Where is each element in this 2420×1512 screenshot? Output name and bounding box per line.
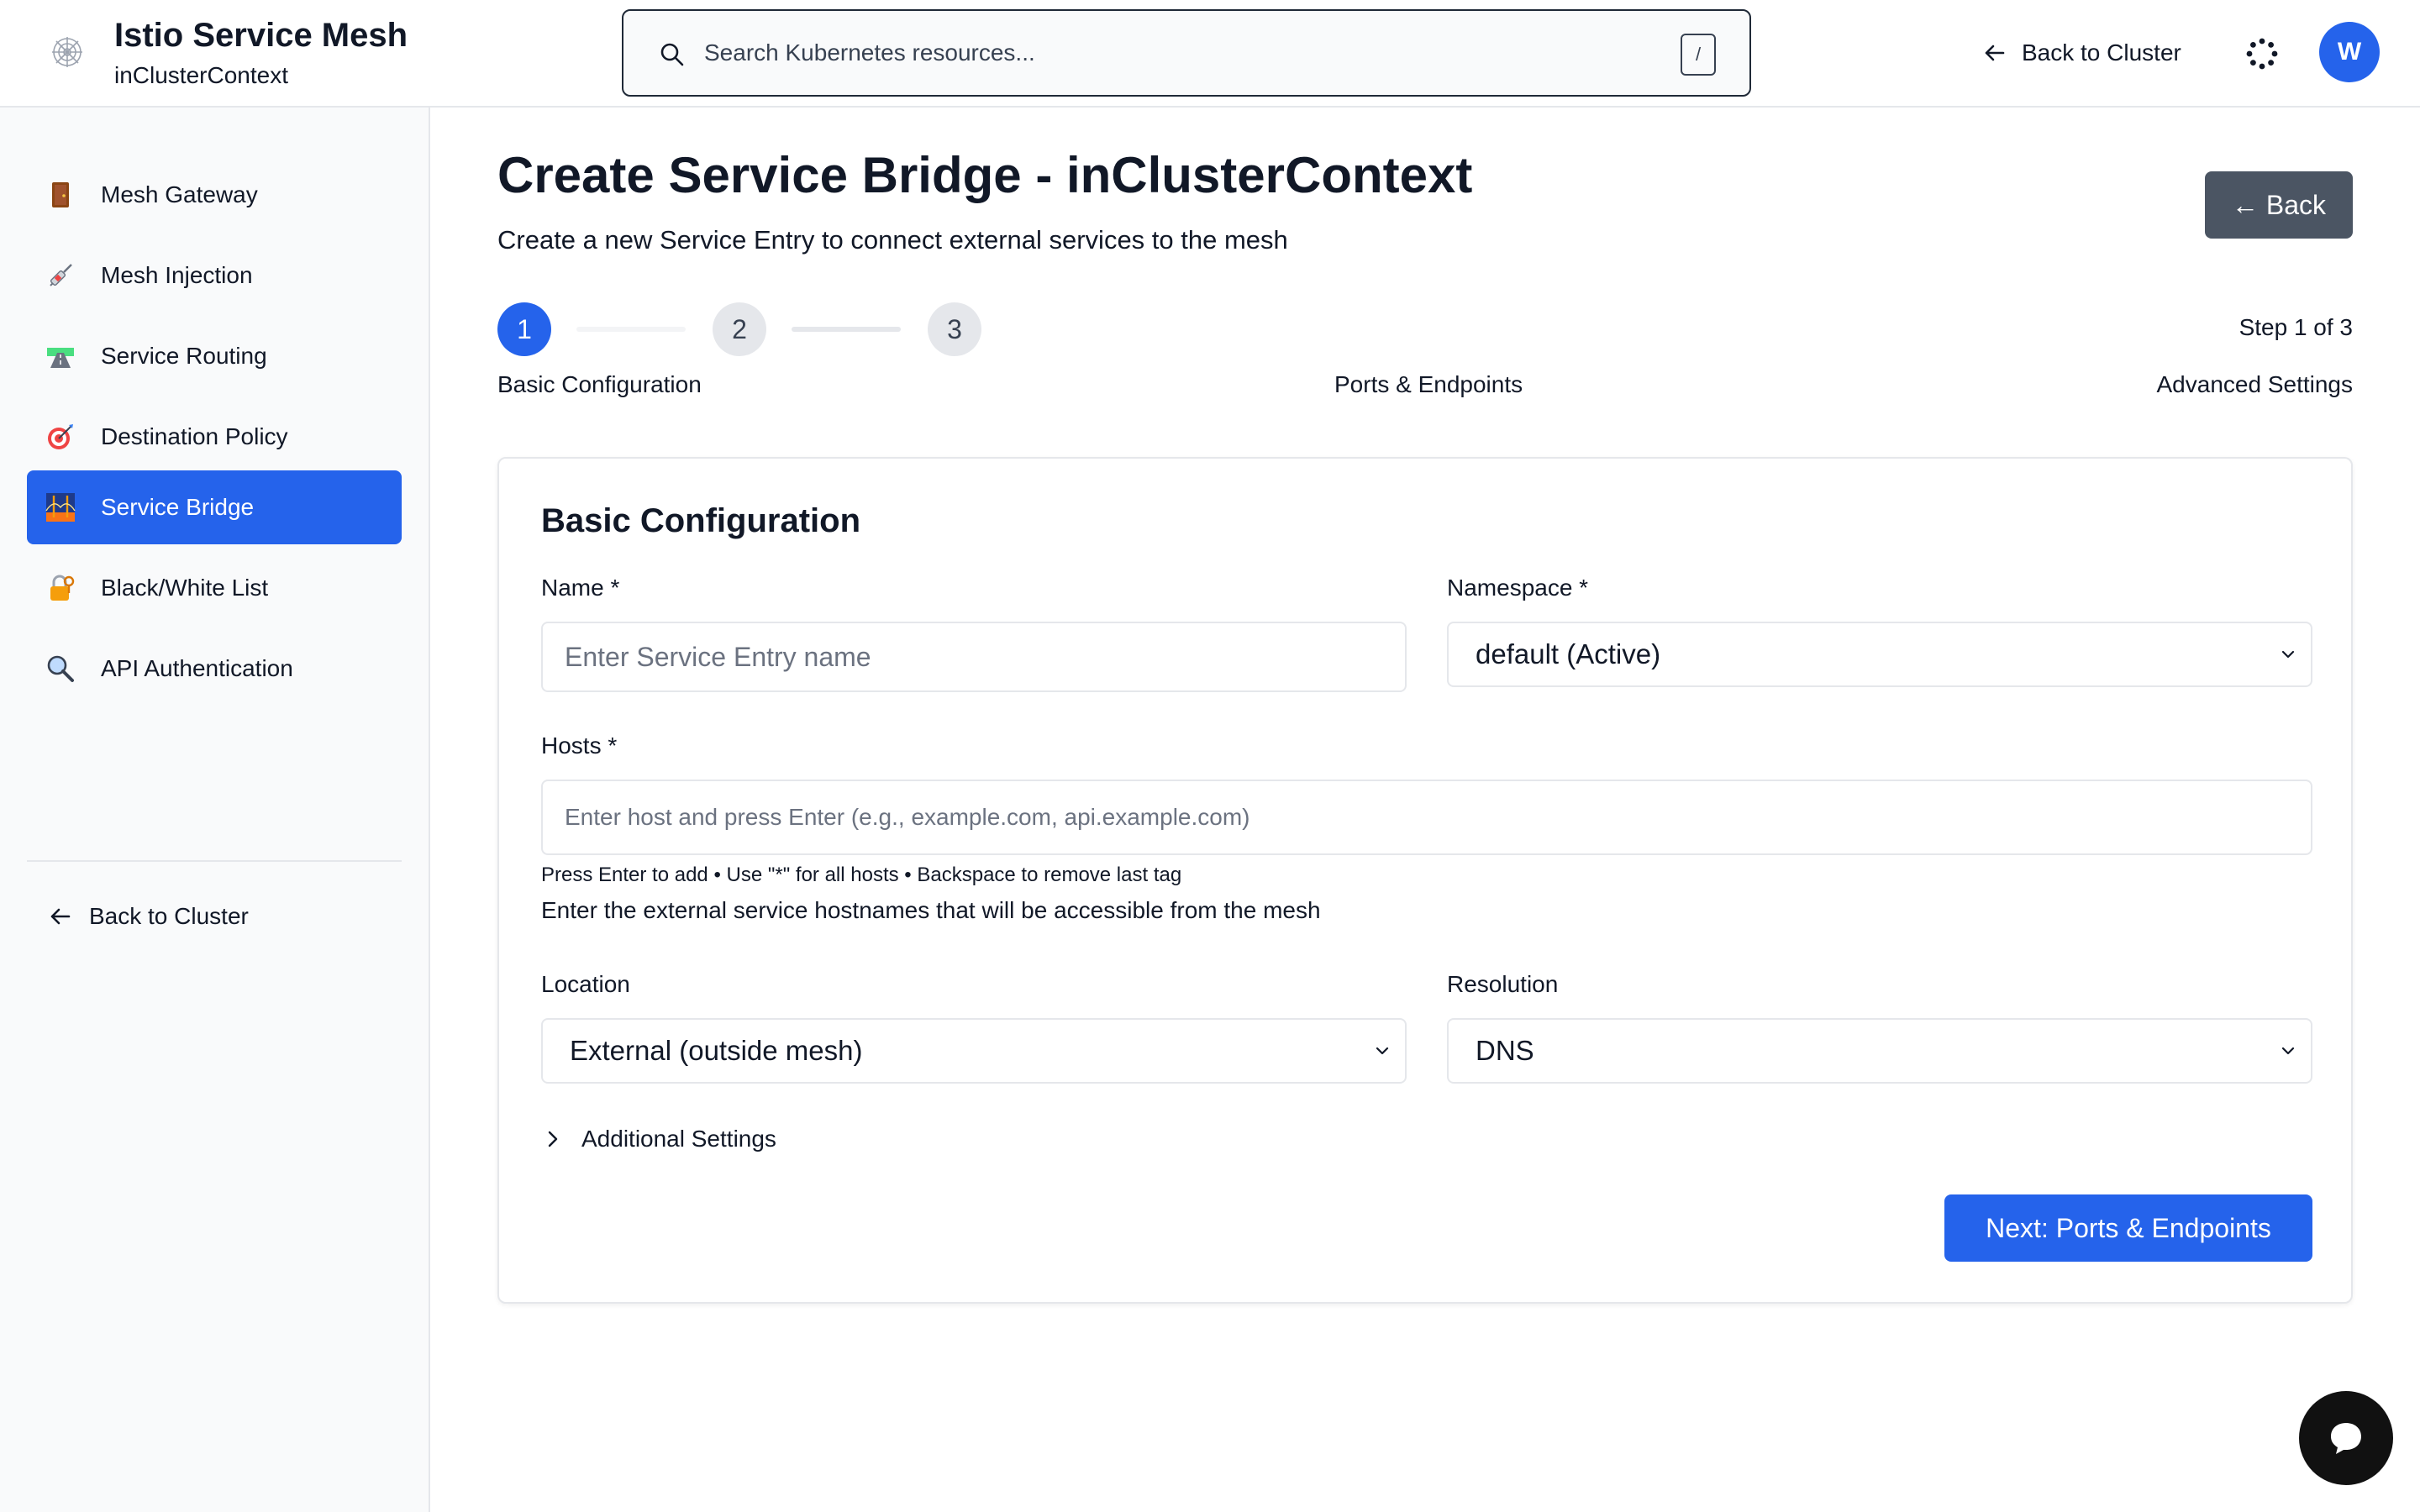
cluster-context: inClusterContext bbox=[114, 62, 288, 88]
namespace-label: Namespace * bbox=[1447, 575, 1589, 601]
step-3-indicator: 3 bbox=[928, 302, 981, 356]
sidebar-divider bbox=[27, 860, 402, 862]
magnifier-icon bbox=[45, 654, 76, 684]
arrow-left-icon bbox=[50, 908, 71, 925]
step-2-label: Ports & Endpoints bbox=[1334, 371, 1523, 397]
global-search[interactable]: / bbox=[622, 9, 1751, 97]
step-1-indicator: 1 bbox=[497, 302, 551, 356]
hosts-help-text: Enter the external service hostnames tha… bbox=[541, 897, 1321, 923]
sidebar-back-label: Back to Cluster bbox=[89, 903, 249, 929]
sidebar-item-label: Service Routing bbox=[101, 343, 267, 369]
sidebar-item-label: Service Bridge bbox=[101, 494, 255, 520]
chat-button[interactable] bbox=[2299, 1391, 2393, 1485]
step-2-indicator: 2 bbox=[713, 302, 766, 356]
sidebar-item-service-bridge[interactable]: Service Bridge bbox=[27, 470, 402, 544]
resolution-label: Resolution bbox=[1447, 971, 1559, 997]
bridge-icon bbox=[45, 492, 76, 522]
sidebar: Mesh Gateway Mesh Injection Service Rout… bbox=[0, 108, 430, 1512]
road-icon bbox=[45, 341, 76, 371]
location-select[interactable]: External (outside mesh) bbox=[541, 1018, 1407, 1084]
sidebar-back-to-cluster-link[interactable]: Back to Cluster bbox=[47, 897, 249, 936]
sidebar-item-label: Mesh Gateway bbox=[101, 181, 258, 207]
sidebar-item-black-white-list[interactable]: Black/White List bbox=[27, 551, 402, 625]
step-connector-2 bbox=[792, 327, 901, 332]
user-avatar[interactable]: W bbox=[2319, 22, 2380, 82]
additional-settings-toggle[interactable]: Additional Settings bbox=[543, 1122, 776, 1156]
top-header: Istio Service Mesh inClusterContext / Ba… bbox=[0, 0, 2420, 108]
step-counter: Step 1 of 3 bbox=[2238, 314, 2353, 340]
target-icon bbox=[45, 422, 76, 452]
sidebar-item-service-routing[interactable]: Service Routing bbox=[27, 319, 402, 393]
sidebar-item-label: API Authentication bbox=[101, 655, 293, 681]
step-1-label: Basic Configuration bbox=[497, 371, 702, 397]
syringe-icon bbox=[45, 260, 76, 291]
resolution-select[interactable]: DNS bbox=[1447, 1018, 2312, 1084]
location-label: Location bbox=[541, 971, 630, 997]
sidebar-item-label: Destination Policy bbox=[101, 423, 288, 449]
name-input[interactable] bbox=[541, 622, 1407, 692]
lock-icon bbox=[45, 573, 76, 603]
search-icon bbox=[660, 43, 684, 66]
chat-bubble-icon bbox=[2331, 1423, 2361, 1454]
loading-spinner-icon[interactable] bbox=[2245, 37, 2279, 71]
hosts-input[interactable] bbox=[541, 780, 2312, 855]
search-input[interactable] bbox=[704, 11, 1628, 95]
sidebar-item-api-authentication[interactable]: API Authentication bbox=[27, 632, 402, 706]
chevron-right-icon bbox=[548, 1131, 558, 1147]
sidebar-item-mesh-injection[interactable]: Mesh Injection bbox=[27, 239, 402, 312]
sidebar-item-label: Black/White List bbox=[101, 575, 269, 601]
sidebar-item-mesh-gateway[interactable]: Mesh Gateway bbox=[27, 158, 402, 232]
chevron-down-icon bbox=[2281, 650, 2295, 659]
header-back-to-cluster-link[interactable]: Back to Cluster bbox=[1981, 34, 2181, 72]
basic-configuration-card: Basic Configuration Name * Namespace * d… bbox=[497, 457, 2353, 1304]
resolution-selected-value: DNS bbox=[1476, 1035, 1534, 1066]
location-selected-value: External (outside mesh) bbox=[570, 1035, 863, 1066]
back-button[interactable]: ← Back bbox=[2205, 171, 2353, 239]
hosts-hint: Press Enter to add • Use "*" for all hos… bbox=[541, 864, 1182, 886]
additional-settings-label: Additional Settings bbox=[581, 1126, 776, 1152]
namespace-select[interactable]: default (Active) bbox=[1447, 622, 2312, 687]
page-subtitle: Create a new Service Entry to connect ex… bbox=[497, 225, 1288, 255]
name-label: Name * bbox=[541, 575, 620, 601]
hosts-label: Hosts * bbox=[541, 732, 618, 759]
sidebar-item-destination-policy[interactable]: Destination Policy bbox=[27, 400, 402, 474]
arrow-left-icon bbox=[1985, 45, 2005, 61]
page-title: Create Service Bridge - inClusterContext bbox=[497, 147, 1473, 203]
step-connector-1 bbox=[576, 327, 686, 332]
next-ports-endpoints-button[interactable]: Next: Ports & Endpoints bbox=[1944, 1194, 2312, 1262]
namespace-selected-value: default (Active) bbox=[1476, 638, 1661, 669]
chevron-down-icon bbox=[1376, 1047, 1389, 1055]
sidebar-item-label: Mesh Injection bbox=[101, 262, 253, 288]
mesh-logo-icon bbox=[52, 37, 82, 67]
step-3-label: Advanced Settings bbox=[2156, 371, 2354, 397]
app-title: Istio Service Mesh bbox=[114, 17, 408, 54]
header-back-label: Back to Cluster bbox=[2022, 39, 2181, 66]
door-icon bbox=[45, 180, 76, 210]
chevron-down-icon bbox=[2281, 1047, 2295, 1055]
search-shortcut-key: / bbox=[1681, 34, 1716, 76]
section-title: Basic Configuration bbox=[541, 502, 861, 539]
